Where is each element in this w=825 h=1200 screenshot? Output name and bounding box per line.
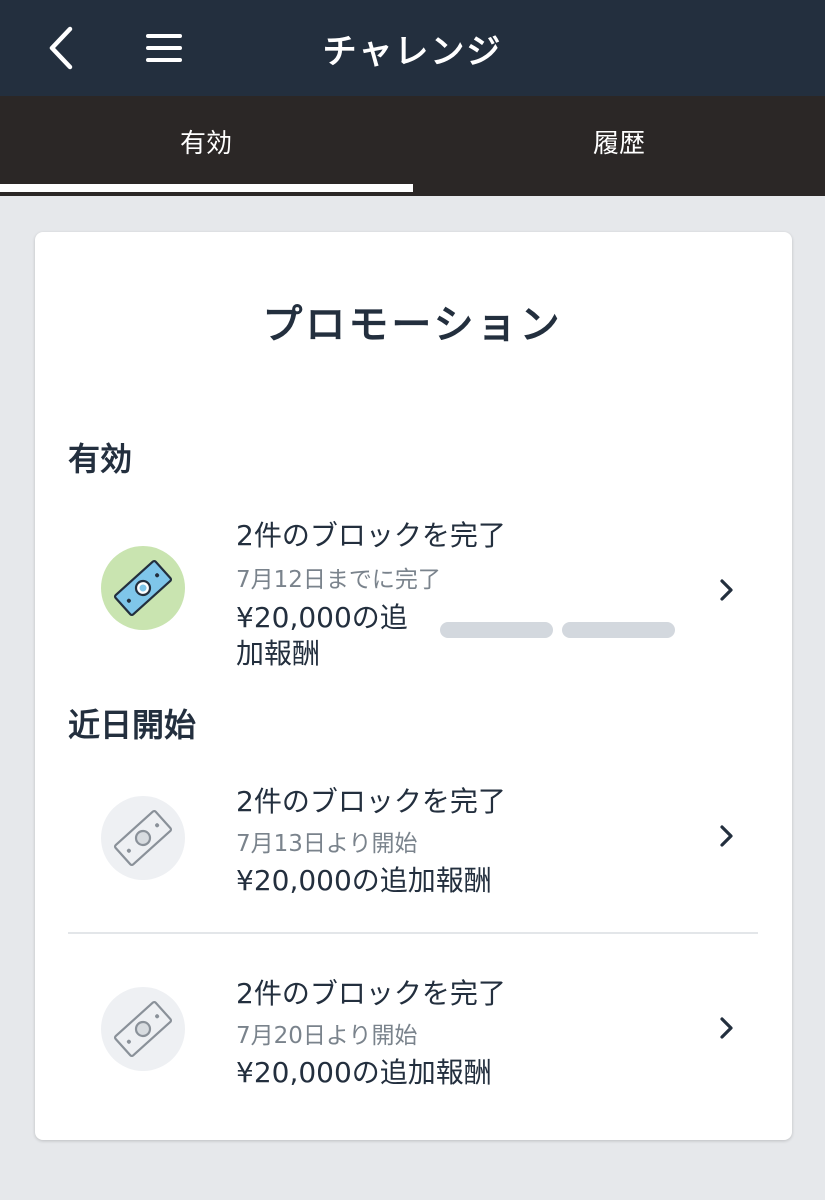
- promo-title: 2件のブロックを完了: [236, 519, 506, 552]
- promo-item-upcoming-1[interactable]: 2件のブロックを完了 7月13日より開始 ¥20,000の追加報酬: [68, 766, 758, 916]
- progress-segment-1: [440, 622, 553, 638]
- section-label-active: 有効: [68, 440, 133, 478]
- promo-reward: ¥20,000の追加報酬: [236, 1056, 492, 1089]
- money-bill-icon: [113, 559, 173, 617]
- tab-selected-indicator: [0, 184, 413, 192]
- chevron-right-icon: [720, 825, 733, 847]
- chevron-left-icon: [49, 26, 73, 70]
- promo-item-active[interactable]: 2件のブロックを完了 7月12日までに完了 ¥20,000の追 加報酬: [68, 500, 758, 680]
- app-header: チャレンジ: [0, 0, 825, 96]
- promo-date: 7月13日より開始: [236, 831, 418, 857]
- back-button[interactable]: [36, 22, 86, 74]
- promo-title: 2件のブロックを完了: [236, 977, 506, 1010]
- promo-date: 7月12日までに完了: [236, 567, 441, 593]
- chevron-right-icon: [720, 1017, 733, 1039]
- tab-bar: 有効 履歴: [0, 96, 825, 196]
- card-title: プロモーション: [262, 302, 563, 348]
- section-label-upcoming: 近日開始: [68, 706, 197, 744]
- money-bill-icon: [113, 809, 173, 867]
- promo-icon-circle: [101, 546, 185, 630]
- promo-reward: ¥20,000の追加報酬: [236, 864, 492, 897]
- money-bill-icon: [113, 1000, 173, 1058]
- promo-icon-circle: [101, 987, 185, 1071]
- page-title: チャレンジ: [322, 31, 503, 72]
- promo-title: 2件のブロックを完了: [236, 785, 506, 818]
- promo-reward-line1: ¥20,000の追: [236, 601, 408, 634]
- hamburger-menu-icon: [146, 34, 182, 62]
- promo-date: 7月20日より開始: [236, 1023, 418, 1049]
- chevron-right-icon: [720, 579, 733, 601]
- promo-reward-line2: 加報酬: [236, 637, 321, 670]
- menu-button[interactable]: [138, 22, 190, 74]
- tab-history[interactable]: 履歴: [413, 96, 825, 186]
- list-divider: [68, 932, 758, 934]
- tab-active[interactable]: 有効: [0, 96, 412, 186]
- promo-item-upcoming-2[interactable]: 2件のブロックを完了 7月20日より開始 ¥20,000の追加報酬: [68, 958, 758, 1108]
- promo-icon-circle: [101, 796, 185, 880]
- progress-segment-2: [562, 622, 675, 638]
- promo-reward: ¥20,000の追 加報酬: [236, 600, 408, 672]
